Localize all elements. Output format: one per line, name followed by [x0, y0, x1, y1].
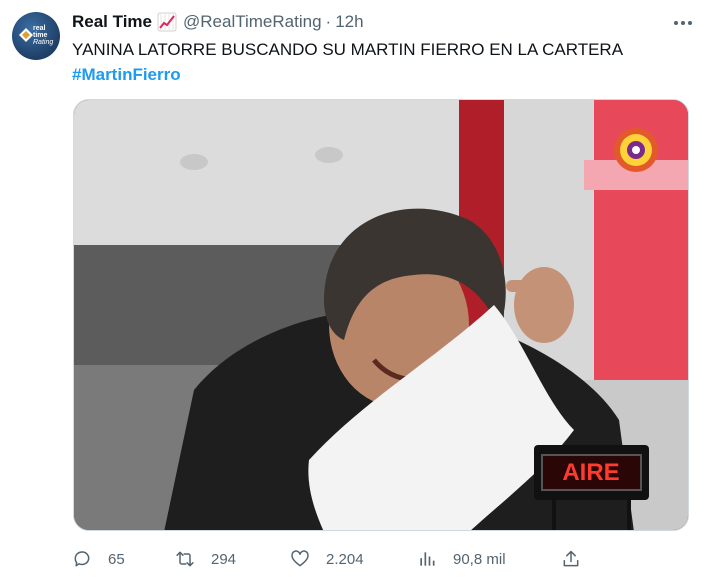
display-name[interactable]: Real Time [72, 12, 152, 32]
tweet-media[interactable]: AIRE [73, 99, 689, 531]
channel-logo-icon [614, 128, 658, 172]
realtime-logo-icon [19, 28, 33, 42]
more-dot-icon [681, 21, 685, 25]
heart-icon [291, 550, 309, 567]
more-dot-icon [674, 21, 678, 25]
onair-sign-text: AIRE [562, 459, 619, 486]
retweet-count: 294 [211, 550, 237, 568]
timestamp[interactable]: 12h [335, 12, 363, 32]
separator-dot: · [325, 12, 332, 31]
share-icon [563, 550, 579, 567]
share-button[interactable] [561, 540, 581, 578]
handle[interactable]: @RealTimeRating [183, 12, 322, 32]
retweet-button[interactable]: 294 [175, 540, 236, 578]
views-chart-icon [420, 552, 435, 566]
views-button[interactable]: 90,8 mil [417, 540, 506, 578]
reply-button[interactable]: 65 [72, 540, 125, 578]
tweet-actions: 65 294 2.204 90,8 mil [72, 540, 592, 578]
reply-icon [74, 551, 90, 567]
like-count: 2.204 [326, 550, 364, 568]
media-image: AIRE [74, 100, 688, 530]
views-count: 90,8 mil [453, 550, 506, 568]
hashtag-link[interactable]: #MartinFierro [72, 63, 181, 87]
reply-count: 65 [108, 550, 125, 568]
retweet-icon [176, 551, 194, 567]
tweet[interactable]: real time Rating Real Time @RealTimeRati… [0, 0, 714, 579]
more-options-button[interactable] [670, 14, 696, 32]
more-dot-icon [688, 21, 692, 25]
avatar[interactable]: real time Rating [12, 12, 60, 60]
tweet-header: Real Time @RealTimeRating · 12h [72, 12, 364, 32]
chart-increasing-emoji-icon [157, 12, 177, 32]
tweet-text: YANINA LATORRE BUSCANDO SU MARTIN FIERRO… [72, 40, 624, 59]
avatar-logo-text: real time Rating [33, 25, 54, 46]
like-button[interactable]: 2.204 [290, 540, 364, 578]
